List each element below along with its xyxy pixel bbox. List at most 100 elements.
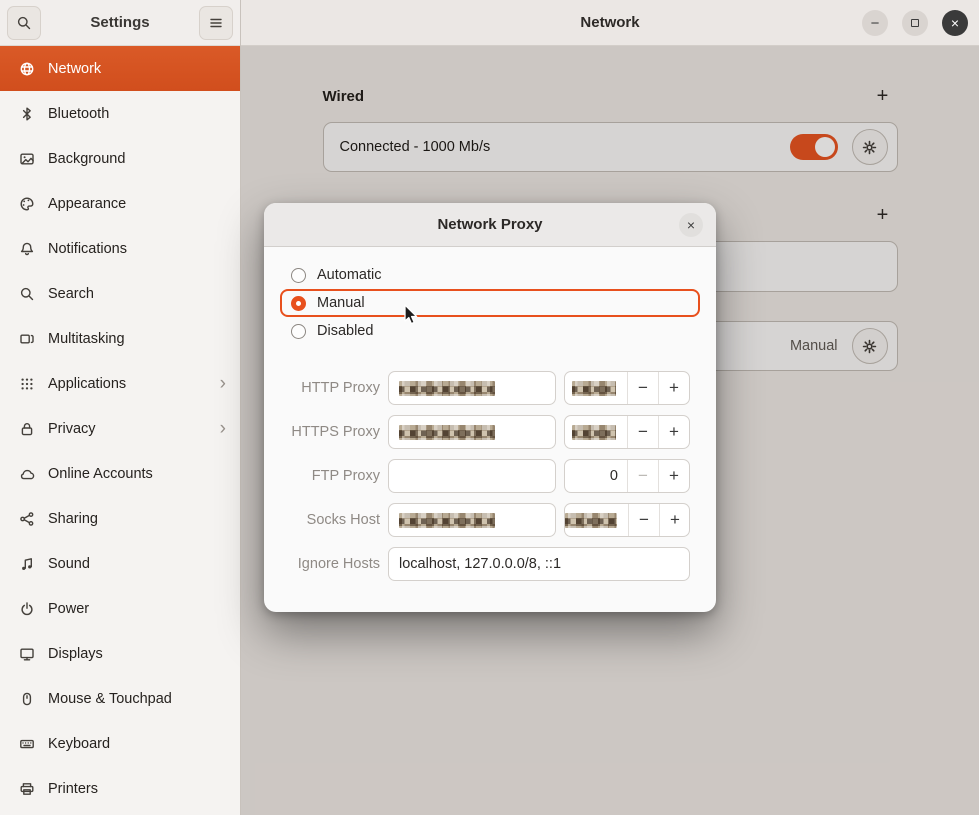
share-nodes-icon bbox=[19, 511, 35, 527]
sidebar-item-sharing[interactable]: Sharing bbox=[0, 496, 240, 541]
sidebar-item-notifications[interactable]: Notifications bbox=[0, 226, 240, 271]
maximize-button[interactable] bbox=[902, 10, 928, 36]
decrement-button[interactable]: − bbox=[627, 460, 658, 492]
https-proxy-row: HTTPS Proxy − + bbox=[280, 415, 700, 449]
cloud-icon bbox=[19, 466, 35, 482]
search-button[interactable] bbox=[7, 6, 41, 40]
dialog-close-button[interactable]: × bbox=[679, 213, 703, 237]
sidebar-item-multitasking[interactable]: Multitasking bbox=[0, 316, 240, 361]
sidebar-item-applications[interactable]: Applications › bbox=[0, 361, 240, 406]
magnifier-icon bbox=[19, 286, 35, 302]
ignore-hosts-row: Ignore Hosts localhost, 127.0.0.0/8, ::1 bbox=[280, 547, 700, 581]
close-button[interactable]: × bbox=[942, 10, 968, 36]
sidebar-item-displays[interactable]: Displays bbox=[0, 631, 240, 676]
plus-icon: + bbox=[670, 510, 680, 530]
wired-toggle[interactable] bbox=[790, 134, 838, 160]
sidebar-item-power[interactable]: Power bbox=[0, 586, 240, 631]
proxy-option-automatic[interactable]: Automatic bbox=[280, 261, 700, 289]
field-label: HTTPS Proxy bbox=[280, 424, 380, 440]
network-globe-icon bbox=[19, 61, 35, 77]
sidebar-item-search[interactable]: Search bbox=[0, 271, 240, 316]
background-image-icon bbox=[19, 151, 35, 167]
radio-label: Disabled bbox=[317, 323, 373, 339]
network-proxy-dialog: Network Proxy × Automatic Manual Disable… bbox=[264, 203, 716, 612]
sidebar-item-keyboard[interactable]: Keyboard bbox=[0, 721, 240, 766]
display-monitor-icon bbox=[19, 646, 35, 662]
dialog-headerbar: Network Proxy × bbox=[264, 203, 716, 247]
sidebar-item-label: Background bbox=[48, 151, 125, 167]
increment-button[interactable]: + bbox=[658, 372, 689, 404]
sidebar-item-network[interactable]: Network bbox=[0, 46, 240, 91]
lock-icon bbox=[19, 421, 35, 437]
add-vpn-button[interactable]: + bbox=[868, 200, 898, 230]
keyboard-icon bbox=[19, 736, 35, 752]
spinner-value: 0 bbox=[565, 460, 627, 492]
sidebar-item-appearance[interactable]: Appearance bbox=[0, 181, 240, 226]
sidebar-item-label: Multitasking bbox=[48, 331, 125, 347]
decrement-button[interactable]: − bbox=[627, 416, 658, 448]
wired-settings-button[interactable] bbox=[852, 129, 888, 165]
search-icon bbox=[16, 15, 32, 31]
decrement-button[interactable]: − bbox=[628, 504, 659, 536]
sidebar-item-label: Search bbox=[48, 286, 94, 302]
sidebar-item-label: Sharing bbox=[48, 511, 98, 527]
https-proxy-input[interactable] bbox=[388, 415, 556, 449]
proxy-settings-button[interactable] bbox=[852, 328, 888, 364]
radio-checked-icon bbox=[291, 296, 306, 311]
sidebar-item-bluetooth[interactable]: Bluetooth bbox=[0, 91, 240, 136]
sidebar-item-label: Appearance bbox=[48, 196, 126, 212]
sidebar-item-mouse-touchpad[interactable]: Mouse & Touchpad bbox=[0, 676, 240, 721]
sidebar-item-online-accounts[interactable]: Online Accounts bbox=[0, 451, 240, 496]
sidebar-item-label: Power bbox=[48, 601, 89, 617]
radio-label: Automatic bbox=[317, 267, 381, 283]
https-port-spinner[interactable]: − + bbox=[564, 415, 690, 449]
redacted-text bbox=[572, 425, 616, 440]
proxy-mode-value: Manual bbox=[790, 338, 838, 354]
gear-icon bbox=[861, 338, 878, 355]
sidebar-item-label: Network bbox=[48, 61, 101, 77]
add-wired-button[interactable]: + bbox=[868, 81, 898, 111]
minus-icon: − bbox=[639, 510, 649, 530]
spinner-value bbox=[565, 416, 627, 448]
sidebar-nav: Network Bluetooth Background Appearance … bbox=[0, 46, 240, 811]
ignore-hosts-input[interactable]: localhost, 127.0.0.0/8, ::1 bbox=[388, 547, 690, 581]
decrement-button[interactable]: − bbox=[627, 372, 658, 404]
ftp-proxy-input[interactable] bbox=[388, 459, 556, 493]
close-icon: × bbox=[951, 15, 959, 31]
appearance-palette-icon bbox=[19, 196, 35, 212]
increment-button[interactable]: + bbox=[659, 504, 690, 536]
proxy-option-disabled[interactable]: Disabled bbox=[280, 317, 700, 345]
sidebar-item-background[interactable]: Background bbox=[0, 136, 240, 181]
sidebar-item-privacy[interactable]: Privacy › bbox=[0, 406, 240, 451]
menu-button[interactable] bbox=[199, 6, 233, 40]
proxy-option-manual[interactable]: Manual bbox=[280, 289, 700, 317]
chevron-right-icon: › bbox=[220, 419, 226, 438]
http-proxy-row: HTTP Proxy − + bbox=[280, 371, 700, 405]
sidebar-item-label: Bluetooth bbox=[48, 106, 109, 122]
ftp-proxy-row: FTP Proxy 0 − + bbox=[280, 459, 700, 493]
wired-section-title: Wired bbox=[323, 88, 365, 105]
plus-icon: + bbox=[669, 378, 679, 398]
sidebar: Settings Network Bluetooth Background Ap… bbox=[0, 0, 241, 815]
toggle-knob bbox=[815, 137, 835, 157]
sidebar-item-printers[interactable]: Printers bbox=[0, 766, 240, 811]
redacted-text bbox=[399, 381, 495, 396]
ftp-port-spinner[interactable]: 0 − + bbox=[564, 459, 690, 493]
wired-connection-row[interactable]: Connected - 1000 Mb/s bbox=[323, 122, 898, 172]
increment-button[interactable]: + bbox=[658, 416, 689, 448]
http-proxy-input[interactable] bbox=[388, 371, 556, 405]
http-port-spinner[interactable]: − + bbox=[564, 371, 690, 405]
minus-icon: − bbox=[638, 378, 648, 398]
plus-icon: + bbox=[877, 204, 889, 227]
socks-port-spinner[interactable]: − + bbox=[564, 503, 690, 537]
dialog-title: Network Proxy bbox=[437, 216, 542, 233]
socks-host-input[interactable] bbox=[388, 503, 556, 537]
printer-icon bbox=[19, 781, 35, 797]
plus-icon: + bbox=[669, 466, 679, 486]
apps-grid-icon bbox=[19, 376, 35, 392]
sidebar-item-sound[interactable]: Sound bbox=[0, 541, 240, 586]
minimize-button[interactable]: − bbox=[862, 10, 888, 36]
window-controls: − × bbox=[862, 10, 968, 36]
increment-button[interactable]: + bbox=[658, 460, 689, 492]
music-note-icon bbox=[19, 556, 35, 572]
